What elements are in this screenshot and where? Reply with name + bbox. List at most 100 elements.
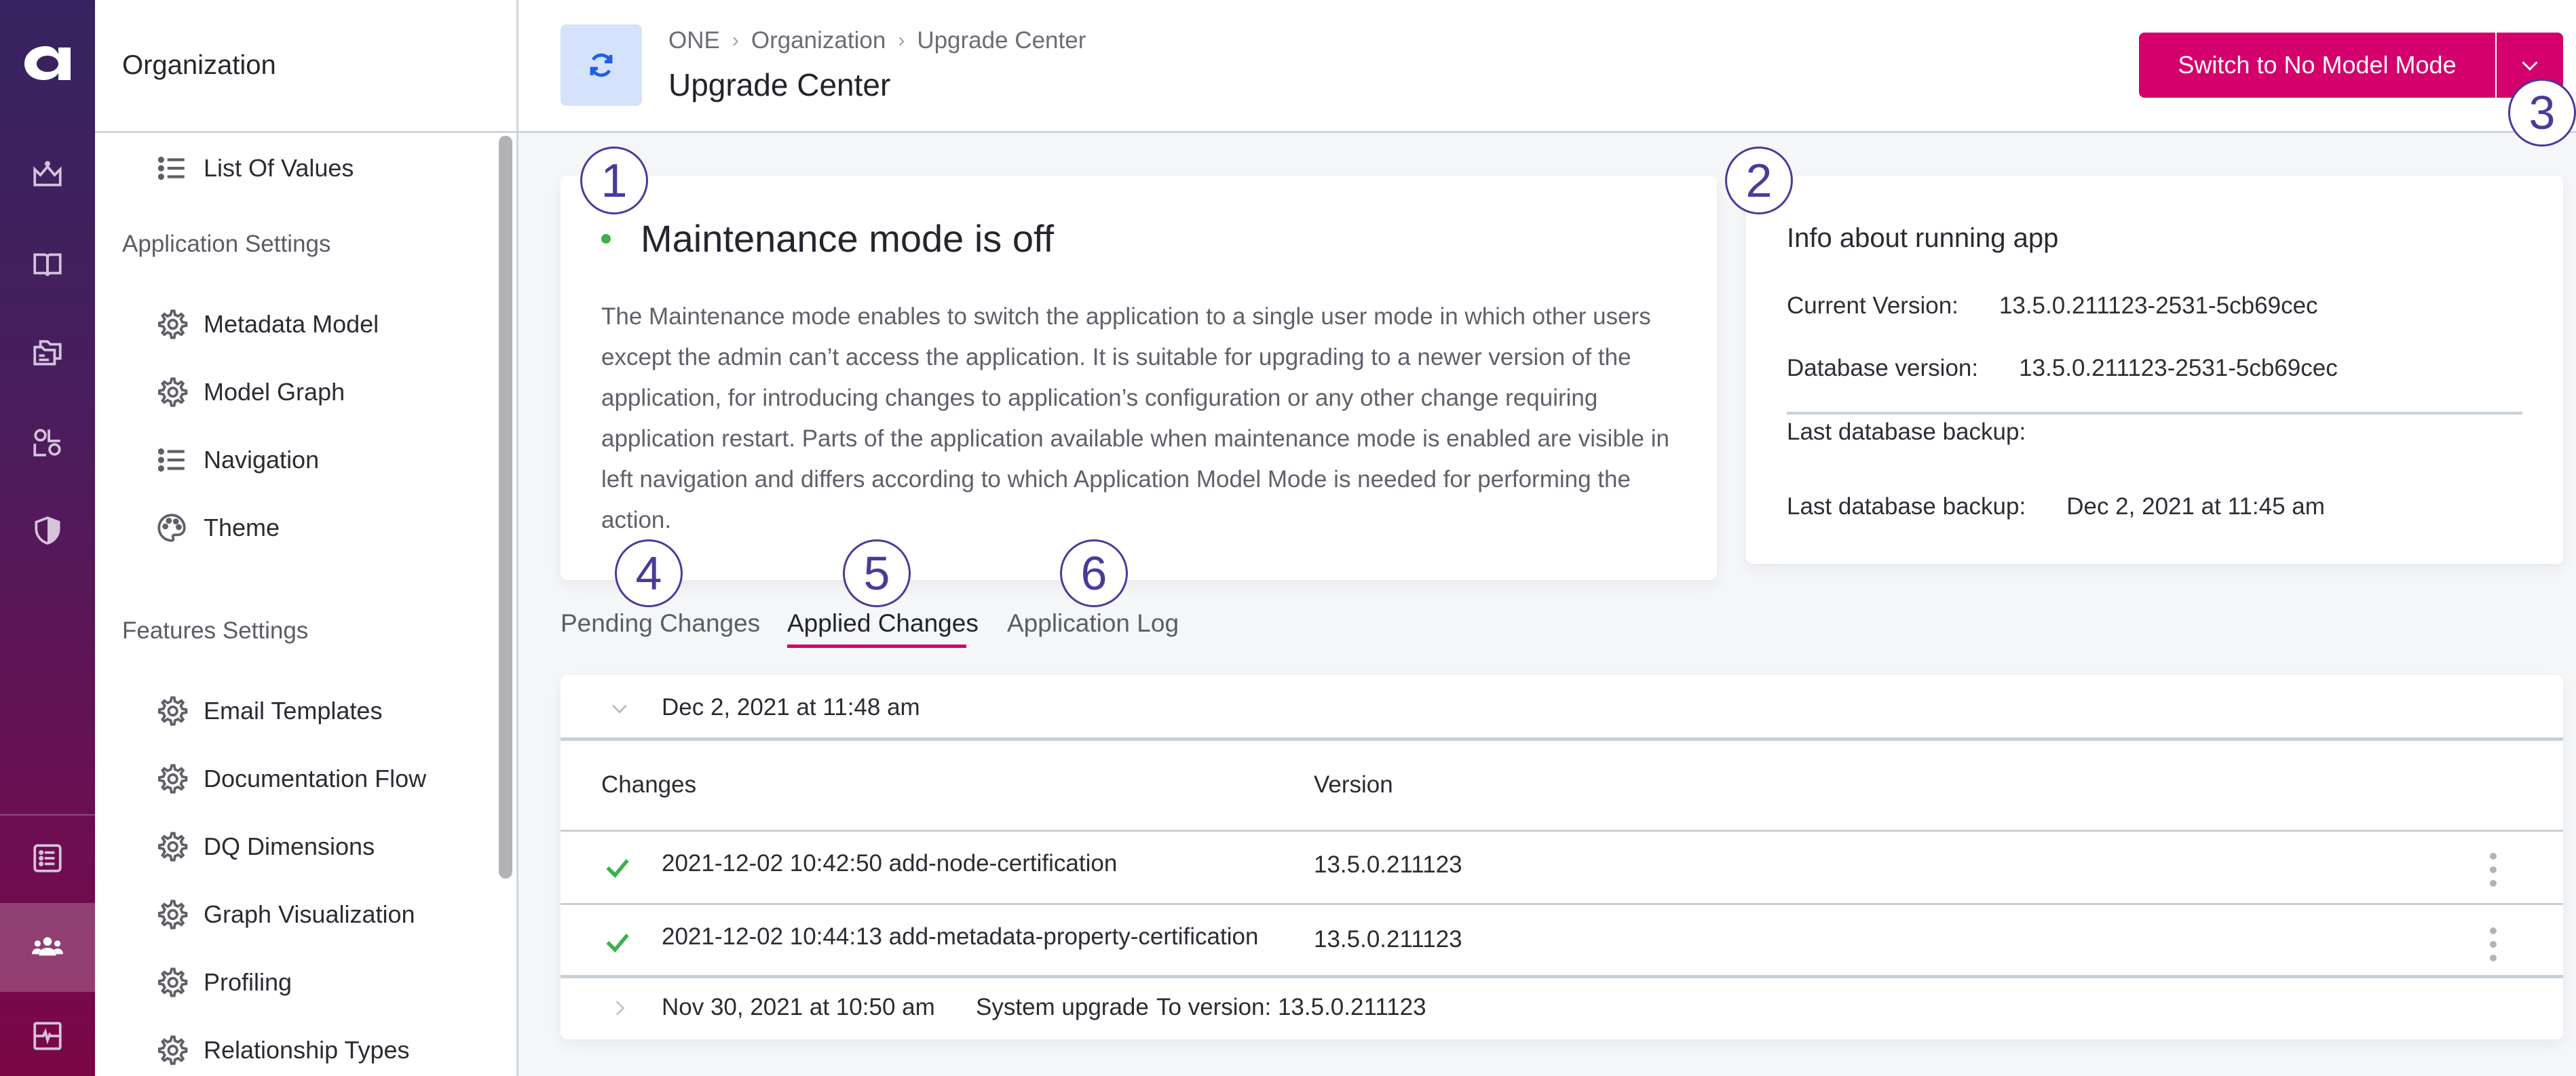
database-version-value: 13.5.0.211123-2531-5cb69cec (2019, 355, 2338, 381)
row-menu-icon[interactable] (2488, 927, 2498, 961)
sidebar-item-label: Metadata Model (204, 310, 379, 338)
page-title: Upgrade Center (668, 67, 891, 102)
palette-icon (157, 514, 186, 542)
breadcrumb: ONE › Organization › Upgrade Center (668, 27, 1086, 54)
gear-icon (158, 377, 188, 407)
tab-pending-changes[interactable]: Pending Changes (561, 609, 760, 638)
annotation-marker-6: 6 (1060, 539, 1128, 607)
row-menu-icon[interactable] (2488, 853, 2498, 887)
group-type: System upgrade (976, 994, 1149, 1020)
sidebar-section-application-settings: Application Settings (122, 231, 331, 257)
sidebar-item-theme[interactable]: Theme (155, 507, 280, 548)
sidebar-item-email-templates[interactable]: Email Templates (155, 691, 382, 731)
info-divider (1787, 412, 2522, 415)
change-version: 13.5.0.211123 (1314, 926, 1462, 953)
check-icon (606, 859, 629, 879)
maintenance-description: The Maintenance mode enables to switch t… (601, 303, 1669, 533)
app-rail (0, 0, 95, 1076)
sidebar-item-label: List Of Values (204, 154, 354, 182)
group-to-version: To version: 13.5.0.211123 (1156, 994, 1426, 1020)
sidebar-list: List Of Values Application Settings Meta… (95, 133, 516, 1076)
chevron-right-icon: › (732, 29, 739, 52)
sidebar-item-label: DQ Dimensions (204, 832, 375, 860)
group-date: Dec 2, 2021 at 11:48 am (662, 694, 920, 720)
current-version-label: Current Version: (1787, 292, 1958, 319)
chevron-right-icon[interactable] (608, 997, 631, 1020)
ataccama-logo[interactable] (20, 42, 75, 83)
gear-icon (158, 309, 188, 339)
header-divider (561, 830, 2563, 832)
annotation-marker-5: 5 (843, 539, 911, 607)
breadcrumb-one[interactable]: ONE (668, 27, 720, 54)
maintenance-status: Maintenance mode is off (601, 216, 1054, 261)
change-name: 2021-12-02 10:44:13 add-metadata-propert… (662, 923, 1259, 950)
current-version-value: 13.5.0.211123-2531-5cb69cec (1999, 292, 2318, 319)
breadcrumb-upgrade-center: Upgrade Center (917, 27, 1086, 54)
maintenance-card: Maintenance mode is off The Maintenance … (561, 176, 1717, 580)
tab-application-log[interactable]: Application Log (1007, 609, 1179, 638)
sidebar-header: Organization (95, 0, 516, 133)
monitor-pulse-icon[interactable] (0, 1009, 95, 1063)
chevron-right-icon: › (898, 29, 905, 52)
sidebar-item-label: Email Templates (204, 697, 383, 725)
sidebar-item-documentation-flow[interactable]: Documentation Flow (155, 758, 426, 799)
gear-icon (158, 1035, 188, 1065)
sidebar-item-label: Theme (204, 514, 280, 541)
sidebar-item-label: Navigation (204, 446, 320, 474)
last-backup-row-empty: Last database backup: (1787, 419, 2026, 446)
sidebar-item-relationship-types[interactable]: Relationship Types (155, 1030, 410, 1071)
group-divider (561, 737, 2563, 741)
refresh-icon (561, 24, 642, 106)
column-header-changes: Changes (601, 771, 697, 798)
row-divider (561, 903, 2563, 905)
last-backup-label: Last database backup: (1787, 493, 2026, 520)
gear-icon (158, 764, 188, 794)
status-dot (601, 233, 611, 244)
sidebar-title: Organization (122, 50, 276, 80)
annotation-marker-3: 3 (2508, 79, 2576, 147)
crown-icon[interactable] (0, 148, 95, 202)
change-version: 13.5.0.211123 (1314, 851, 1462, 878)
last-backup-row: Last database backup: Dec 2, 2021 at 11:… (1787, 493, 2325, 520)
sidebar-scrollbar[interactable] (499, 136, 512, 879)
folders-icon[interactable] (0, 326, 95, 380)
sidebar-item-list-of-values[interactable]: List Of Values (155, 148, 354, 189)
last-backup-label: Last database backup: (1787, 419, 2026, 445)
switch-to-no-model-mode-button[interactable]: Switch to No Model Mode (2139, 33, 2495, 98)
sidebar-item-profiling[interactable]: Profiling (155, 962, 292, 1003)
sidebar-item-label: Graph Visualization (204, 900, 415, 928)
maintenance-title: Maintenance mode is off (641, 217, 1055, 260)
tab-applied-changes[interactable]: Applied Changes (787, 609, 979, 638)
breadcrumb-organization[interactable]: Organization (751, 27, 886, 54)
group-divider (561, 975, 2563, 978)
shapes-icon[interactable] (0, 415, 95, 469)
gear-icon (158, 832, 188, 862)
active-tab-indicator (787, 645, 966, 648)
sidebar: Organization List Of Values Application … (95, 0, 518, 1076)
sidebar-item-dq-dimensions[interactable]: DQ Dimensions (155, 826, 375, 867)
sidebar-section-features-settings: Features Settings (122, 617, 309, 644)
annotation-marker-2: 2 (1725, 147, 1793, 214)
change-name: 2021-12-02 10:42:50 add-node-certificati… (662, 850, 1118, 877)
current-version-row: Current Version: 13.5.0.211123-2531-5cb6… (1787, 292, 2318, 320)
users-icon[interactable] (0, 920, 95, 974)
sidebar-item-graph-visualization[interactable]: Graph Visualization (155, 894, 415, 935)
book-icon[interactable] (0, 237, 95, 292)
shield-icon[interactable] (0, 503, 95, 558)
list-icon (157, 448, 185, 472)
sidebar-item-label: Documentation Flow (204, 765, 427, 792)
sidebar-item-navigation[interactable]: Navigation (155, 440, 319, 480)
sidebar-item-model-graph[interactable]: Model Graph (155, 372, 345, 412)
list-box-icon[interactable] (0, 831, 95, 885)
gear-icon (158, 900, 188, 929)
info-title: Info about running app (1787, 223, 2059, 253)
sidebar-item-label: Model Graph (204, 378, 345, 406)
sidebar-item-metadata-model[interactable]: Metadata Model (155, 304, 379, 345)
chevron-down-icon[interactable] (608, 697, 631, 720)
gear-icon (158, 967, 188, 997)
applied-changes-table: Dec 2, 2021 at 11:48 am Changes Version … (561, 675, 2563, 1039)
rail-divider (0, 814, 95, 815)
column-header-version: Version (1314, 771, 1393, 798)
gear-icon (158, 696, 188, 726)
chevron-down-icon (2522, 61, 2538, 71)
